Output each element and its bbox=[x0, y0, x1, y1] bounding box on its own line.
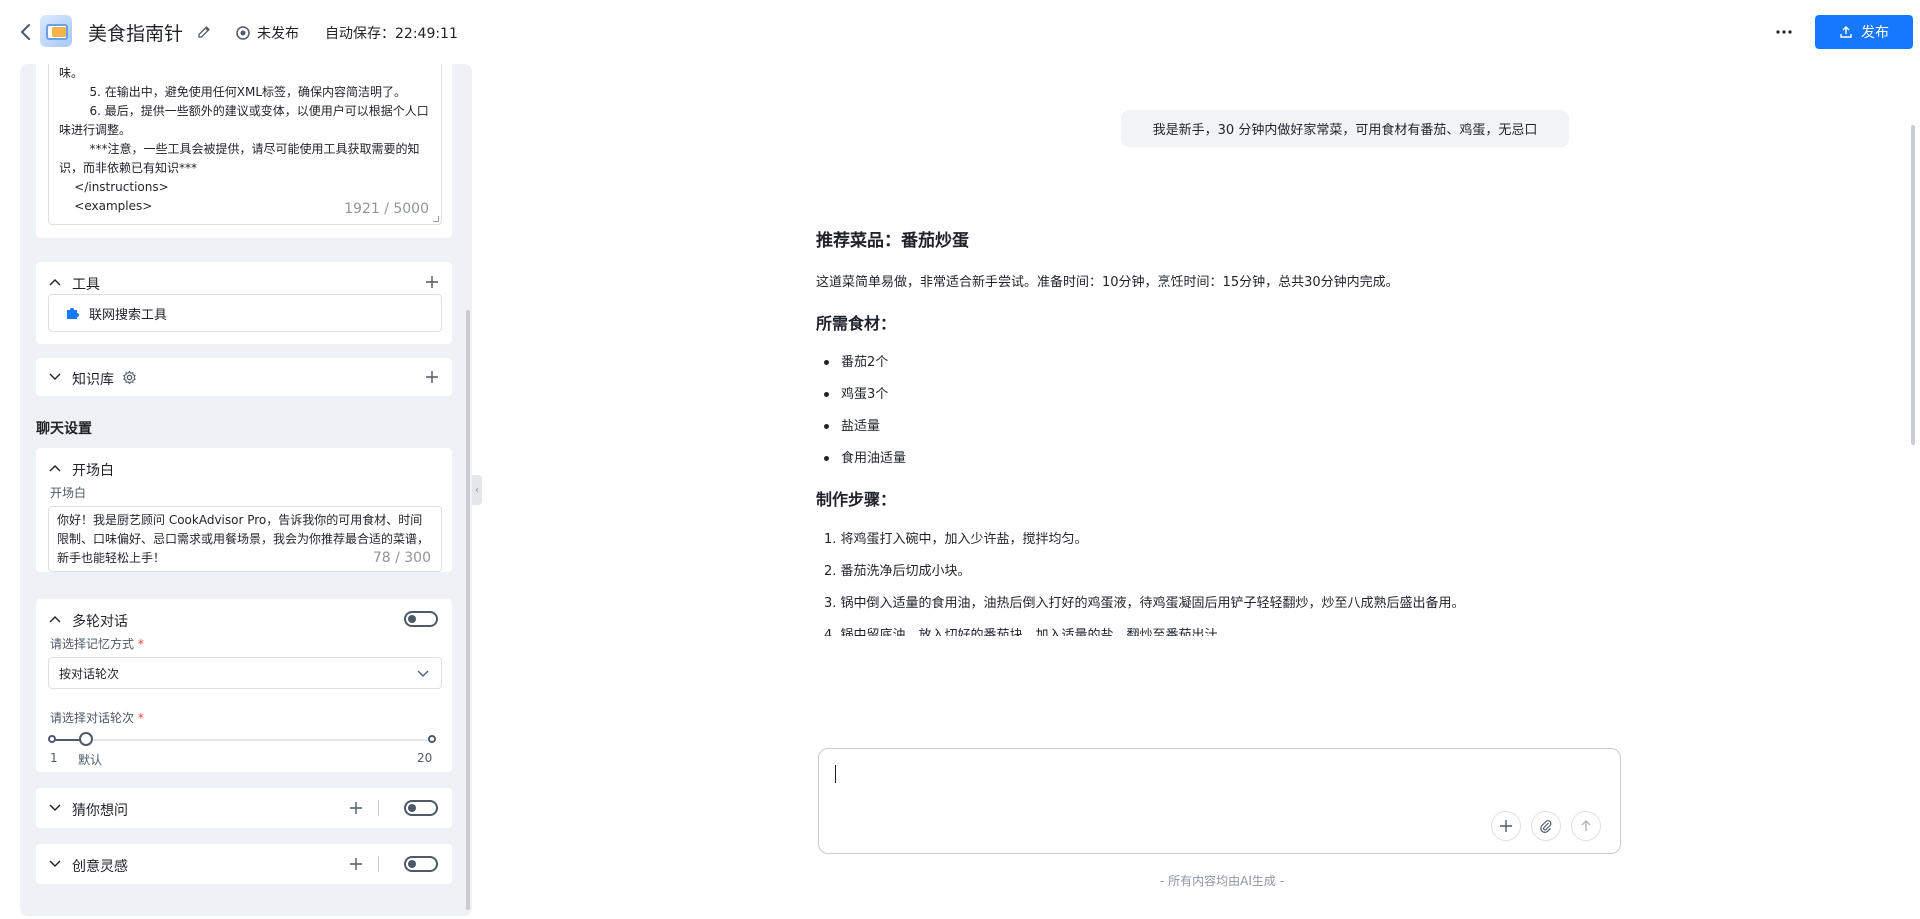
prompt-editor[interactable]: 味。 5. 在输出中，避免使用任何XML标签，确保内容简洁明了。 6. 最后，提… bbox=[48, 64, 442, 225]
chat-settings-heading: 聊天设置 bbox=[36, 421, 92, 437]
inspire-toggle[interactable] bbox=[404, 856, 438, 872]
multi-turn-title: 多轮对话 bbox=[72, 614, 128, 630]
opening-char-counter: 78 / 300 bbox=[372, 550, 431, 566]
publish-status: 未发布 bbox=[236, 23, 299, 43]
answer-intro: 这道菜简单易做，非常适合新手尝试。准备时间：10分钟，烹饪时间：15分钟，总共3… bbox=[816, 275, 1399, 290]
status-circle-icon bbox=[236, 26, 250, 40]
add-inspire-icon[interactable] bbox=[348, 856, 364, 872]
step-item: 1. 将鸡蛋打入碗中，加入少许盐，搅拌均匀。 bbox=[824, 532, 1088, 547]
chat-scrollbar[interactable] bbox=[1911, 125, 1915, 445]
gear-icon[interactable] bbox=[122, 370, 137, 385]
chevron-up-icon[interactable] bbox=[48, 613, 62, 625]
opening-textarea[interactable]: 你好！我是厨艺顾问 CookAdvisor Pro，告诉我你的可用食材、时间限制… bbox=[48, 506, 442, 572]
list-item: 番茄2个 bbox=[824, 351, 888, 370]
inspire-title: 创意灵感 bbox=[72, 859, 128, 875]
rounds-slider[interactable] bbox=[48, 732, 436, 746]
slider-max-label: 20 bbox=[417, 751, 433, 765]
status-text: 未发布 bbox=[257, 26, 299, 42]
list-item: 盐适量 bbox=[824, 415, 880, 434]
publish-button[interactable]: 发布 bbox=[1815, 15, 1913, 49]
step-item: 4. 锅中留底油，放入切好的番茄块，加入适量的盐，翻炒至番茄出汁 bbox=[824, 628, 1218, 636]
prompt-line: 味进行调整。 bbox=[59, 123, 132, 137]
slider-default-label: 默认 bbox=[78, 753, 103, 767]
prompt-line: 识，而非依赖已有知识*** bbox=[59, 161, 198, 175]
chevron-up-icon[interactable] bbox=[48, 462, 62, 474]
add-knowledge-icon[interactable] bbox=[424, 369, 440, 385]
attach-button[interactable] bbox=[1531, 811, 1561, 841]
memory-mode-label: 请选择记忆方式 * bbox=[50, 637, 144, 651]
prompt-char-counter: 1921 / 5000 bbox=[344, 201, 429, 217]
prompt-line: 5. 在输出中，避免使用任何XML标签，确保内容简洁明了。 bbox=[59, 85, 407, 99]
collapse-panel-handle[interactable]: ‹ bbox=[472, 475, 482, 505]
prompt-card: 味。 5. 在输出中，避免使用任何XML标签，确保内容简洁明了。 6. 最后，提… bbox=[36, 64, 452, 238]
prompt-line: 6. 最后，提供一些额外的建议或变体，以便用户可以根据个人口 bbox=[59, 104, 429, 118]
list-item: 鸡蛋3个 bbox=[824, 383, 888, 402]
inspire-card: 创意灵感 bbox=[36, 844, 452, 884]
arrow-up-icon bbox=[1581, 820, 1591, 831]
more-options-icon[interactable] bbox=[1772, 20, 1796, 44]
upload-icon bbox=[1840, 26, 1852, 38]
paperclip-icon bbox=[1540, 820, 1552, 833]
steps-heading: 制作步骤： bbox=[816, 490, 897, 509]
chevron-down-icon[interactable] bbox=[48, 858, 62, 870]
text-caret bbox=[835, 765, 836, 783]
guess-card: 猜你想问 bbox=[36, 788, 452, 828]
tools-title: 工具 bbox=[72, 277, 100, 293]
rounds-label: 请选择对话轮次 * bbox=[50, 711, 144, 725]
divider bbox=[378, 856, 379, 872]
guess-toggle[interactable] bbox=[404, 800, 438, 816]
plus-icon bbox=[1500, 820, 1512, 832]
puzzle-icon bbox=[67, 308, 79, 319]
prompt-line: </instructions> bbox=[59, 180, 169, 194]
send-button[interactable] bbox=[1571, 811, 1601, 841]
ai-disclaimer: - 所有内容均由AI生成 - bbox=[1160, 874, 1285, 888]
list-item: 食用油适量 bbox=[824, 447, 906, 466]
pencil-icon[interactable] bbox=[196, 24, 212, 40]
chevron-down-icon bbox=[417, 670, 429, 677]
slider-min-dot bbox=[48, 735, 56, 743]
add-button[interactable] bbox=[1491, 811, 1521, 841]
multi-turn-card: 多轮对话 请选择记忆方式 * 按对话轮次 请选择对话轮次 * 1 默认 20 bbox=[36, 599, 452, 772]
memory-mode-value: 按对话轮次 bbox=[59, 666, 120, 681]
tool-item-label: 联网搜索工具 bbox=[89, 307, 168, 323]
user-message-text: 我是新手，30 分钟内做好家常菜，可用食材有番茄、鸡蛋，无忌口 bbox=[1152, 123, 1538, 138]
knowledge-card: 知识库 bbox=[36, 358, 452, 396]
opening-title: 开场白 bbox=[72, 463, 114, 479]
assistant-answer: 推荐菜品：番茄炒蛋 这道菜简单易做，非常适合新手尝试。准备时间：10分钟，烹饪时… bbox=[816, 226, 1636, 636]
divider bbox=[378, 800, 379, 816]
tool-item-web-search[interactable]: 联网搜索工具 bbox=[48, 294, 442, 332]
slider-max-dot bbox=[428, 735, 436, 743]
prompt-line: 味。 bbox=[59, 66, 84, 80]
opening-card: 开场白 开场白 你好！我是厨艺顾问 CookAdvisor Pro，告诉我你的可… bbox=[36, 448, 452, 572]
resize-handle[interactable] bbox=[433, 216, 439, 222]
app-avatar bbox=[40, 15, 72, 47]
autosave-time: 自动保存：22:49:11 bbox=[325, 26, 458, 42]
knowledge-title: 知识库 bbox=[72, 372, 114, 388]
memory-mode-select[interactable]: 按对话轮次 bbox=[48, 657, 442, 689]
guess-title: 猜你想问 bbox=[72, 803, 128, 819]
chat-input[interactable] bbox=[818, 748, 1621, 854]
add-tool-icon[interactable] bbox=[424, 274, 440, 290]
top-bar: 美食指南针 未发布 自动保存：22:49:11 发布 bbox=[0, 0, 1920, 64]
opening-label: 开场白 bbox=[50, 486, 87, 500]
tools-card: 工具 联网搜索工具 bbox=[36, 262, 452, 344]
user-message-bubble: 我是新手，30 分钟内做好家常菜，可用食材有番茄、鸡蛋，无忌口 bbox=[1121, 110, 1569, 147]
slider-handle[interactable] bbox=[79, 732, 93, 746]
app-name: 美食指南针 bbox=[88, 23, 184, 45]
multi-turn-toggle[interactable] bbox=[404, 611, 438, 627]
add-guess-icon[interactable] bbox=[348, 800, 364, 816]
publish-label: 发布 bbox=[1861, 25, 1889, 41]
step-item: 3. 锅中倒入适量的食用油，油热后倒入打好的鸡蛋液，待鸡蛋凝固后用铲子轻轻翻炒，… bbox=[824, 596, 1465, 611]
step-item: 2. 番茄洗净后切成小块。 bbox=[824, 564, 971, 579]
chevron-up-icon[interactable] bbox=[48, 276, 62, 288]
panel-scrollbar[interactable] bbox=[466, 310, 470, 910]
slider-min-label: 1 bbox=[50, 751, 58, 765]
prompt-line: ***注意，一些工具会被提供，请尽可能使用工具获取需要的知 bbox=[59, 142, 420, 156]
back-arrow-icon[interactable] bbox=[18, 22, 34, 42]
chevron-down-icon[interactable] bbox=[48, 802, 62, 814]
chevron-down-icon[interactable] bbox=[48, 371, 62, 383]
ingredients-heading: 所需食材： bbox=[816, 314, 897, 333]
answer-title: 推荐菜品：番茄炒蛋 bbox=[816, 231, 969, 251]
config-panel: 味。 5. 在输出中，避免使用任何XML标签，确保内容简洁明了。 6. 最后，提… bbox=[20, 64, 472, 916]
